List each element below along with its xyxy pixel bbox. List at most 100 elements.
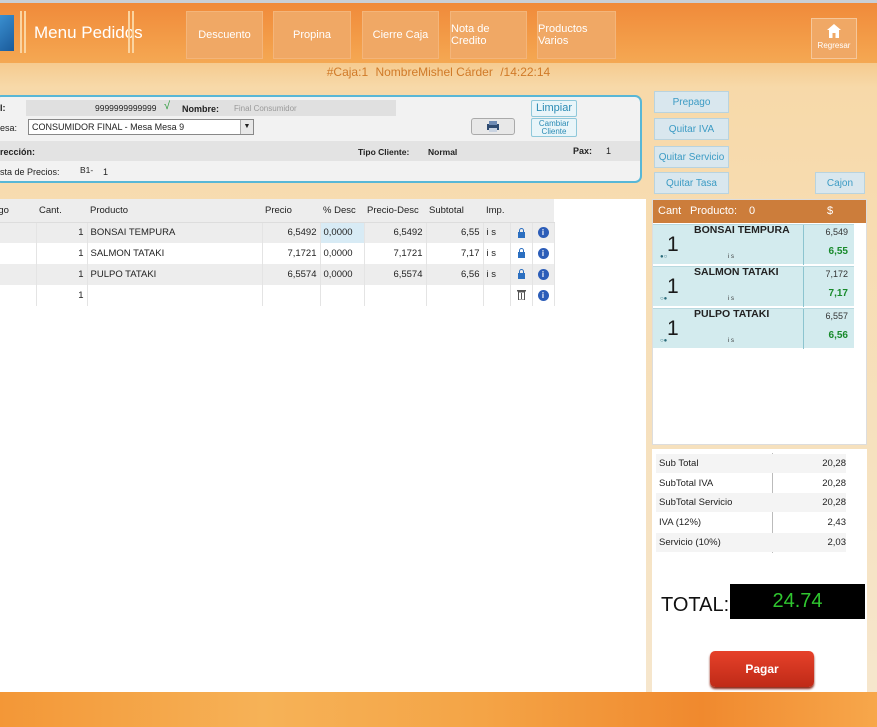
precio-desc-cell: 7,1721 <box>364 243 427 264</box>
table-row[interactable]: 1 SALMON TATAKI 7,1721 0,0000 7,1721 7,1… <box>0 243 555 264</box>
lock-cell[interactable] <box>510 264 533 285</box>
totals-row: SubTotal Servicio 20,28 <box>656 493 846 512</box>
totals-panel: Sub Total 20,28 SubTotal IVA 20,28 SubTo… <box>652 449 867 692</box>
cajon-button[interactable]: Cajon <box>815 172 865 194</box>
order-header-price: $ <box>827 205 834 217</box>
lock-icon <box>517 227 525 238</box>
producto-cell: BONSAI TEMPURA <box>87 222 263 243</box>
nota-credito-button[interactable]: Nota de Credito <box>450 11 527 59</box>
order-item-unit-price: 6,549 <box>825 227 848 237</box>
mesa-select-value: CONSUMIDOR FINAL - Mesa Mesa 9 <box>32 122 185 132</box>
desc-cell[interactable]: 0,0000 <box>320 243 365 264</box>
trash-cell[interactable] <box>510 285 533 306</box>
order-item-qty: 1 <box>667 233 679 256</box>
table-row[interactable]: 1 BONSAI TEMPURA 6,5492 0,0000 6,5492 6,… <box>0 222 555 243</box>
regresar-button[interactable]: Regresar <box>811 18 857 59</box>
lista-precios-label: sta de Precios: <box>0 167 60 177</box>
info-cell[interactable]: i <box>532 222 555 243</box>
col-cant: Cant. <box>36 199 87 223</box>
cant-cell[interactable]: 1 <box>36 285 88 306</box>
producto-cell: PULPO TATAKI <box>87 264 263 285</box>
order-item-status-icon: ○● <box>660 338 668 344</box>
totals-label: SubTotal Servicio <box>659 497 733 508</box>
quitar-servicio-button[interactable]: Quitar Servicio <box>654 146 729 168</box>
order-item-status-icon: ○● <box>660 296 668 302</box>
pax-value[interactable]: 1 <box>606 146 611 156</box>
desc-cell[interactable] <box>320 285 365 306</box>
order-item-total-price: 7,17 <box>828 288 848 299</box>
imp-cell: i s <box>483 222 511 243</box>
lista-precios-code: B1- <box>80 165 94 175</box>
totals-value: 2,03 <box>827 537 847 548</box>
info-icon: i <box>537 227 549 239</box>
table-header-row: digo Cant. Producto Precio % Desc Precio… <box>0 199 554 223</box>
totals-value: 20,28 <box>822 478 846 489</box>
prepago-button[interactable]: Prepago <box>654 91 729 113</box>
totals-row: Sub Total 20,28 <box>656 454 846 473</box>
desc-cell[interactable]: 0,0000 <box>320 264 365 285</box>
mesa-label: esa: <box>0 123 18 133</box>
producto-cell[interactable] <box>87 285 263 306</box>
order-item[interactable]: 1 ○● SALMON TATAKI i s 7,172 7,17 <box>653 266 854 307</box>
descuento-button[interactable]: Descuento <box>186 11 263 59</box>
order-item-total-price: 6,55 <box>828 246 848 257</box>
totals-value: 20,28 <box>822 497 846 508</box>
print-button[interactable] <box>471 118 515 135</box>
limpiar-button[interactable]: Limpiar <box>531 100 577 117</box>
col-precio-desc: Precio-Desc <box>364 199 426 223</box>
info-cell[interactable]: i <box>532 243 555 264</box>
valid-check-icon: √ <box>164 100 171 112</box>
order-item-qty: 1 <box>667 275 679 298</box>
direccion-label: rección: <box>0 147 36 157</box>
chevron-down-icon: ▼ <box>240 120 253 134</box>
info-icon: i <box>537 248 549 259</box>
info-cell[interactable]: i <box>532 264 555 285</box>
cierre-caja-button[interactable]: Cierre Caja <box>362 11 439 59</box>
totals-label: SubTotal IVA <box>659 478 714 489</box>
producto-cell: SALMON TATAKI <box>87 243 263 264</box>
caja-number: #Caja:1 <box>326 65 369 79</box>
info-cell[interactable]: i <box>532 285 555 306</box>
current-time: /14:22:14 <box>500 65 551 79</box>
order-item[interactable]: 1 ○● PULPO TATAKI i s 6,557 6,56 <box>653 308 854 349</box>
mesa-select[interactable]: CONSUMIDOR FINAL - Mesa Mesa 9 ▼ <box>28 119 254 135</box>
app-logo-icon <box>0 15 14 51</box>
ruc-value[interactable]: 9999999999999 <box>95 103 156 113</box>
precio-desc-cell: 6,5574 <box>364 264 427 285</box>
pax-label: Pax: <box>573 146 593 156</box>
col-producto: Producto <box>87 199 262 223</box>
cant-cell[interactable]: 1 <box>36 222 88 243</box>
session-info: #Caja:1 NombreMishel Cárder /14:22:14 <box>0 63 877 79</box>
lock-cell[interactable] <box>510 222 533 243</box>
order-header-count: 0 <box>749 205 756 217</box>
col-subtotal: Subtotal <box>426 199 483 223</box>
imp-cell: i s <box>483 264 511 285</box>
tipo-cliente-value: Normal <box>428 147 458 157</box>
propina-button[interactable]: Propina <box>273 11 351 59</box>
nombre-field[interactable]: Final Consumidor <box>234 104 297 113</box>
lista-precios-value[interactable]: 1 <box>103 167 108 177</box>
cant-cell[interactable]: 1 <box>36 264 88 285</box>
subtotal-cell: 7,17 <box>426 243 484 264</box>
order-summary-panel: Cant Producto: 0 $ 1 ●○ BONSAI TEMPURA i… <box>652 199 867 445</box>
precio-cell: 6,5574 <box>262 264 321 285</box>
quitar-tasa-button[interactable]: Quitar Tasa <box>654 172 729 194</box>
cant-cell[interactable]: 1 <box>36 243 88 264</box>
pagar-button[interactable]: Pagar <box>710 651 814 687</box>
customer-form-panel: I: 9999999999999 √ Nombre: Final Consumi… <box>0 95 642 183</box>
lock-cell[interactable] <box>510 243 533 264</box>
precio-cell: 6,5492 <box>262 222 321 243</box>
subtotal-cell: 6,55 <box>426 222 484 243</box>
table-row[interactable]: 1 i <box>0 285 555 306</box>
header-divider <box>128 11 130 53</box>
totals-label: Sub Total <box>659 458 699 469</box>
order-item-tax: i s <box>728 296 734 302</box>
desc-cell[interactable]: 0,0000 <box>320 222 365 243</box>
lock-icon <box>517 248 525 259</box>
col-desc: % Desc <box>320 199 364 223</box>
table-row[interactable]: 1 PULPO TATAKI 6,5574 0,0000 6,5574 6,56… <box>0 264 555 285</box>
quitar-iva-button[interactable]: Quitar IVA <box>654 118 729 140</box>
cambiar-cliente-button[interactable]: Cambiar Cliente <box>531 118 577 137</box>
order-item[interactable]: 1 ●○ BONSAI TEMPURA i s 6,549 6,55 <box>653 224 854 265</box>
productos-varios-button[interactable]: Productos Varios <box>537 11 616 59</box>
